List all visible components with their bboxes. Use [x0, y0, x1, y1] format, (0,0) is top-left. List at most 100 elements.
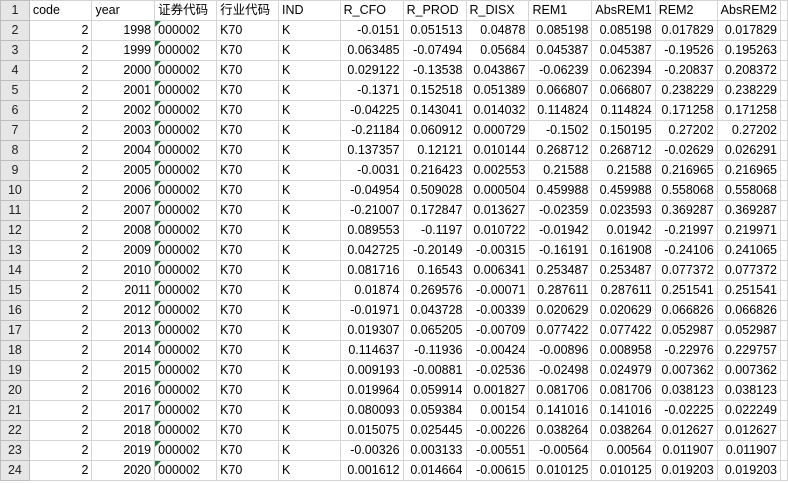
- empty-cell[interactable]: [780, 180, 788, 201]
- cell-r-cfo[interactable]: 0.081716: [339, 260, 404, 281]
- cell-r-disx[interactable]: 0.006341: [465, 260, 530, 281]
- cell-r-cfo[interactable]: -0.04225: [339, 100, 404, 121]
- empty-cell[interactable]: [780, 20, 788, 41]
- cell-sec-code[interactable]: 000002: [154, 400, 218, 421]
- cell-absrem1[interactable]: 0.024979: [591, 360, 656, 381]
- cell-sec-code[interactable]: 000002: [154, 20, 218, 41]
- row-number[interactable]: 15: [0, 280, 30, 301]
- cell-rem2[interactable]: 0.369287: [654, 200, 718, 221]
- cell-absrem2[interactable]: 0.007362: [716, 360, 782, 381]
- cell-r-disx[interactable]: -0.02536: [465, 360, 530, 381]
- cell-rem2[interactable]: 0.216965: [654, 160, 718, 181]
- cell-year[interactable]: 2020: [91, 460, 156, 481]
- cell-absrem1[interactable]: 0.045387: [591, 40, 656, 61]
- row-number[interactable]: 21: [0, 400, 30, 421]
- cell-industry-code[interactable]: K70: [216, 20, 280, 41]
- cell-absrem1[interactable]: 0.023593: [591, 200, 656, 221]
- cell-rem1[interactable]: 0.045387: [528, 40, 593, 61]
- cell-r-cfo[interactable]: 0.001612: [339, 460, 404, 481]
- cell-absrem2[interactable]: 0.229757: [716, 340, 782, 361]
- row-number[interactable]: 13: [0, 240, 30, 261]
- cell-year[interactable]: 2009: [91, 240, 156, 261]
- cell-code[interactable]: 2: [28, 300, 93, 321]
- row-number[interactable]: 5: [0, 80, 30, 101]
- cell-r-disx[interactable]: 0.043867: [465, 60, 530, 81]
- empty-cell[interactable]: [780, 360, 788, 381]
- cell-r-cfo[interactable]: -0.21007: [339, 200, 404, 221]
- cell-absrem2[interactable]: 0.066826: [716, 300, 782, 321]
- cell-sec-code[interactable]: 000002: [154, 160, 218, 181]
- row-number[interactable]: 17: [0, 320, 30, 341]
- cell-ind[interactable]: K: [278, 320, 341, 341]
- cell-r-disx[interactable]: 0.051389: [465, 80, 530, 101]
- empty-cell[interactable]: [780, 0, 788, 21]
- cell-absrem1[interactable]: 0.085198: [591, 20, 656, 41]
- cell-rem1[interactable]: 0.287611: [528, 280, 593, 301]
- cell-absrem1[interactable]: 0.141016: [591, 400, 656, 421]
- row-number[interactable]: 7: [0, 120, 30, 141]
- cell-rem2[interactable]: 0.019203: [654, 460, 718, 481]
- cell-industry-code[interactable]: K70: [216, 220, 280, 241]
- cell-r-prod[interactable]: 0.16543: [402, 260, 467, 281]
- cell-sec-code[interactable]: 000002: [154, 240, 218, 261]
- cell-rem2[interactable]: 0.558068: [654, 180, 718, 201]
- cell-code[interactable]: 2: [28, 100, 93, 121]
- cell-absrem2[interactable]: 0.369287: [716, 200, 782, 221]
- cell-r-prod[interactable]: 0.065205: [402, 320, 467, 341]
- header-cell-year[interactable]: year: [91, 0, 156, 21]
- empty-cell[interactable]: [780, 80, 788, 101]
- cell-ind[interactable]: K: [278, 420, 341, 441]
- cell-rem2[interactable]: 0.012627: [654, 420, 718, 441]
- cell-r-disx[interactable]: 0.001827: [465, 380, 530, 401]
- cell-r-prod[interactable]: 0.12121: [402, 140, 467, 161]
- cell-rem2[interactable]: 0.038123: [654, 380, 718, 401]
- cell-rem1[interactable]: 0.038264: [528, 420, 593, 441]
- cell-rem1[interactable]: 0.253487: [528, 260, 593, 281]
- cell-sec-code[interactable]: 000002: [154, 420, 218, 441]
- empty-cell[interactable]: [780, 140, 788, 161]
- cell-absrem2[interactable]: 0.251541: [716, 280, 782, 301]
- cell-industry-code[interactable]: K70: [216, 180, 280, 201]
- cell-absrem2[interactable]: 0.052987: [716, 320, 782, 341]
- cell-r-disx[interactable]: 0.010144: [465, 140, 530, 161]
- cell-r-prod[interactable]: 0.143041: [402, 100, 467, 121]
- row-number[interactable]: 10: [0, 180, 30, 201]
- cell-code[interactable]: 2: [28, 180, 93, 201]
- header-cell-rem2[interactable]: REM2: [654, 0, 718, 21]
- cell-ind[interactable]: K: [278, 460, 341, 481]
- cell-r-disx[interactable]: -0.00226: [465, 420, 530, 441]
- header-cell-r-cfo[interactable]: R_CFO: [339, 0, 404, 21]
- cell-ind[interactable]: K: [278, 400, 341, 421]
- cell-rem1[interactable]: -0.00564: [528, 440, 593, 461]
- cell-absrem1[interactable]: 0.066807: [591, 80, 656, 101]
- cell-rem2[interactable]: 0.052987: [654, 320, 718, 341]
- cell-r-prod[interactable]: 0.172847: [402, 200, 467, 221]
- cell-absrem2[interactable]: 0.195263: [716, 40, 782, 61]
- cell-r-disx[interactable]: -0.00315: [465, 240, 530, 261]
- cell-rem2[interactable]: 0.077372: [654, 260, 718, 281]
- cell-rem2[interactable]: 0.27202: [654, 120, 718, 141]
- cell-sec-code[interactable]: 000002: [154, 80, 218, 101]
- empty-cell[interactable]: [780, 320, 788, 341]
- cell-rem2[interactable]: -0.20837: [654, 60, 718, 81]
- cell-rem1[interactable]: 0.459988: [528, 180, 593, 201]
- cell-code[interactable]: 2: [28, 80, 93, 101]
- header-cell-rem1[interactable]: REM1: [528, 0, 593, 21]
- cell-code[interactable]: 2: [28, 260, 93, 281]
- cell-r-disx[interactable]: 0.05684: [465, 40, 530, 61]
- cell-code[interactable]: 2: [28, 460, 93, 481]
- cell-rem1[interactable]: 0.114824: [528, 100, 593, 121]
- cell-year[interactable]: 2013: [91, 320, 156, 341]
- row-number[interactable]: 16: [0, 300, 30, 321]
- row-number[interactable]: 3: [0, 40, 30, 61]
- cell-industry-code[interactable]: K70: [216, 100, 280, 121]
- cell-absrem2[interactable]: 0.238229: [716, 80, 782, 101]
- cell-code[interactable]: 2: [28, 20, 93, 41]
- cell-sec-code[interactable]: 000002: [154, 260, 218, 281]
- cell-r-disx[interactable]: 0.000504: [465, 180, 530, 201]
- cell-r-disx[interactable]: 0.00154: [465, 400, 530, 421]
- cell-r-cfo[interactable]: 0.019964: [339, 380, 404, 401]
- cell-industry-code[interactable]: K70: [216, 240, 280, 261]
- cell-ind[interactable]: K: [278, 100, 341, 121]
- cell-ind[interactable]: K: [278, 140, 341, 161]
